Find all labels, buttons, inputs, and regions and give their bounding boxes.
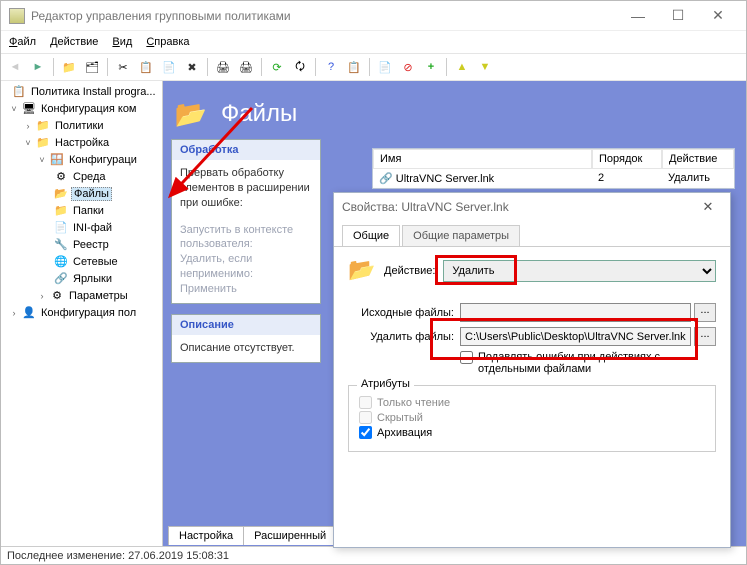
help-icon[interactable]: ? (321, 57, 341, 77)
add-icon[interactable]: + (421, 57, 441, 77)
folder-up-icon[interactable]: 📁 (59, 57, 79, 77)
files-icon: 📂 (171, 97, 211, 131)
description-card: Описание Описание отсутствует. (171, 314, 321, 363)
menu-view[interactable]: Вид (112, 36, 132, 48)
delete-label: Удалить файлы: (348, 331, 460, 343)
processing-gray: Запустить в контексте пользователя: Удал… (172, 217, 320, 303)
action-select[interactable]: Удалить (443, 260, 716, 282)
delete-icon[interactable]: ✖ (182, 57, 202, 77)
source-input[interactable] (460, 303, 691, 322)
menubar: Файл Действие Вид Справка (1, 31, 746, 53)
description-body: Описание отсутствует. (172, 335, 320, 362)
col-order[interactable]: Порядок (592, 149, 662, 169)
refresh2-icon[interactable]: 🗘 (290, 57, 310, 77)
tree-files[interactable]: 📂Файлы (1, 185, 162, 202)
pane-header: 📂 Файлы (171, 89, 738, 139)
forward-icon[interactable]: ► (28, 57, 48, 77)
source-label: Исходные файлы: (348, 307, 460, 319)
suppress-checkbox[interactable] (460, 351, 473, 364)
processing-title: Обработка (172, 140, 320, 160)
dialog-titlebar[interactable]: Свойства: UltraVNC Server.lnk ✕ (334, 193, 730, 221)
files-grid[interactable]: Имя Порядок Действие 🔗 UltraVNC Server.l… (372, 148, 735, 189)
tab-settings[interactable]: Настройка (168, 526, 244, 545)
source-browse-button[interactable]: ... (694, 303, 716, 322)
menu-file[interactable]: Файл (9, 36, 36, 48)
tree-registry[interactable]: 🔧Реестр (1, 236, 162, 253)
tree-config-win[interactable]: ˅🪟Конфигураци (1, 151, 162, 168)
attributes-fieldset: Атрибуты Только чтение Скрытый Архивация (348, 385, 716, 452)
refresh-icon[interactable]: ⟳ (267, 57, 287, 77)
dialog-title: Свойства: UltraVNC Server.lnk (342, 200, 694, 214)
copy-icon[interactable]: 📋 (136, 57, 156, 77)
up-icon[interactable]: ▲ (452, 57, 472, 77)
bottom-tabs: Настройка Расширенный (168, 526, 336, 545)
readonly-checkbox (359, 396, 372, 409)
tree-root[interactable]: 📋Политика Install progra... (1, 83, 162, 100)
grid-header: Имя Порядок Действие (373, 149, 734, 169)
tree-settings[interactable]: ˅📁Настройка (1, 134, 162, 151)
back-icon[interactable]: ◄ (5, 57, 25, 77)
tree-folders[interactable]: 📁Папки (1, 202, 162, 219)
titlebar: Редактор управления групповыми политикам… (1, 1, 746, 31)
status-text: Последнее изменение: 27.06.2019 15:08:31 (7, 550, 229, 562)
delete-browse-button[interactable]: ... (694, 327, 716, 346)
processing-card: Обработка Прервать обработку элементов в… (171, 139, 321, 304)
tree-user-config[interactable]: ›👤Конфигурация пол (1, 304, 162, 321)
delete-input[interactable] (460, 327, 691, 346)
dialog-close-button[interactable]: ✕ (694, 199, 722, 215)
description-title: Описание (172, 315, 320, 335)
menu-help[interactable]: Справка (146, 36, 189, 48)
tab-extended[interactable]: Расширенный (243, 526, 337, 545)
menu-action[interactable]: Действие (50, 36, 98, 48)
stop-icon[interactable]: ⊘ (398, 57, 418, 77)
archive-checkbox[interactable] (359, 426, 372, 439)
toolbar: ◄ ► 📁 🗂 ✂ 📋 📄 ✖ 🖨 🖨 ⟳ 🗘 ? 📋 📄 ⊘ + ▲ ▼ (1, 53, 746, 81)
grid-row[interactable]: 🔗 UltraVNC Server.lnk 2 Удалить (373, 169, 734, 188)
print-icon[interactable]: 🖨 (213, 57, 233, 77)
attributes-legend: Атрибуты (357, 378, 414, 390)
statusbar: Последнее изменение: 27.06.2019 15:08:31 (1, 546, 746, 564)
col-action[interactable]: Действие (662, 149, 734, 169)
tree-policies[interactable]: ›📁Политики (1, 117, 162, 134)
action-label: Действие: (384, 265, 435, 277)
tree-pane[interactable]: 📋Политика Install progra... ˅🖥Конфигурац… (1, 81, 163, 546)
tree-env[interactable]: ⚙Среда (1, 168, 162, 185)
pane-heading: Файлы (221, 100, 297, 128)
print2-icon[interactable]: 🖨 (236, 57, 256, 77)
col-name[interactable]: Имя (373, 149, 592, 169)
paste-icon[interactable]: 📄 (159, 57, 179, 77)
window-title: Редактор управления групповыми политикам… (31, 9, 618, 23)
info-icon[interactable]: 📋 (344, 57, 364, 77)
properties-icon[interactable]: 🗂 (82, 57, 102, 77)
suppress-label: Подавлять ошибки при действиях с отдельн… (478, 351, 716, 375)
properties-dialog: Свойства: UltraVNC Server.lnk ✕ Общие Об… (333, 192, 731, 548)
tree-shortcuts[interactable]: 🔗Ярлыки (1, 270, 162, 287)
minimize-button[interactable]: — (618, 2, 658, 30)
tree-comp-config[interactable]: ˅🖥Конфигурация ком (1, 100, 162, 117)
tree-ini[interactable]: 📄INI-фай (1, 219, 162, 236)
doc-icon[interactable]: 📄 (375, 57, 395, 77)
row-icon: 🔗 (379, 173, 393, 185)
tab-shared[interactable]: Общие параметры (402, 225, 520, 246)
tree-params[interactable]: ›⚙Параметры (1, 287, 162, 304)
app-icon (9, 8, 25, 24)
processing-body: Прервать обработку элементов в расширени… (172, 160, 320, 217)
down-icon[interactable]: ▼ (475, 57, 495, 77)
maximize-button[interactable]: ☐ (658, 2, 698, 30)
hidden-checkbox (359, 411, 372, 424)
file-action-icon: 📂 (348, 257, 376, 285)
cut-icon[interactable]: ✂ (113, 57, 133, 77)
close-button[interactable]: ✕ (698, 2, 738, 30)
tree-network[interactable]: 🌐Сетевые (1, 253, 162, 270)
tab-general[interactable]: Общие (342, 225, 400, 246)
dialog-tabs: Общие Общие параметры (334, 221, 730, 247)
